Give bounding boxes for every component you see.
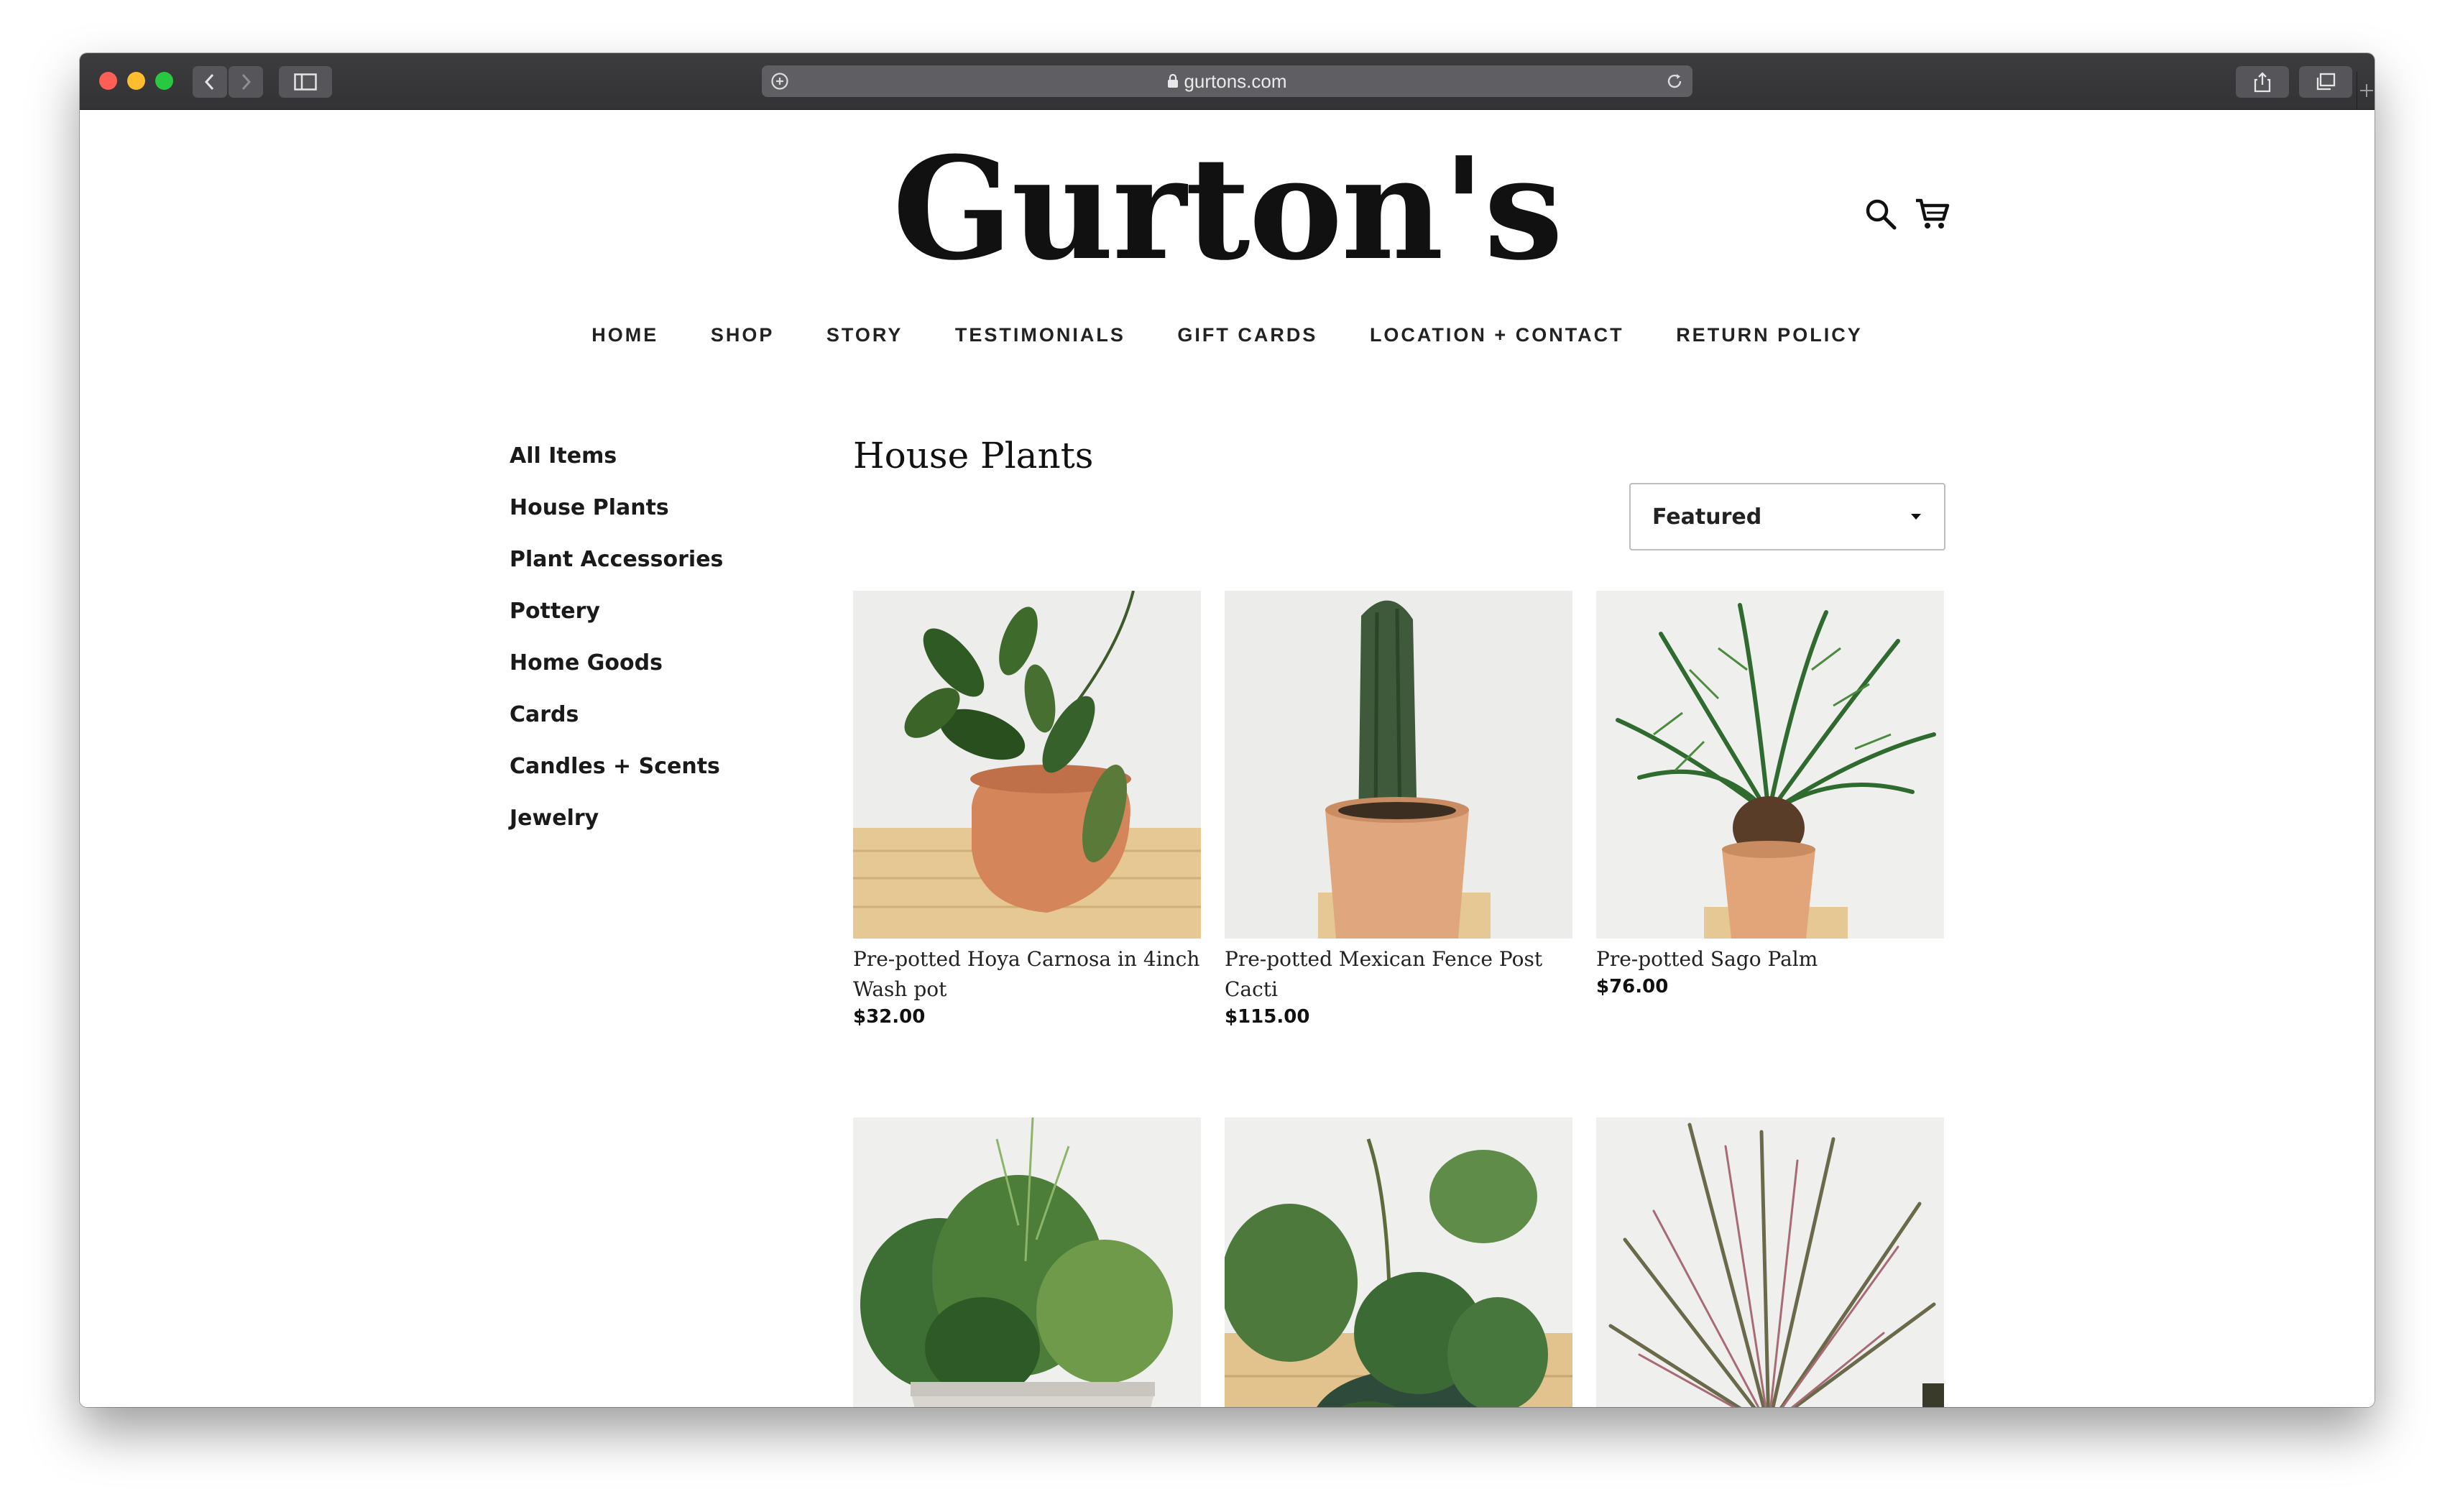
browser-window: gurtons.com Gurton's HOME SHOP STORY TES… — [80, 53, 2375, 1407]
sidebar-item-jewelry[interactable]: Jewelry — [510, 804, 723, 856]
sidebar-toggle-button[interactable] — [279, 66, 332, 98]
reload-icon[interactable] — [1665, 72, 1684, 91]
web-page: Gurton's HOME SHOP STORY TESTIMONIALS GI… — [80, 110, 2375, 1407]
product-card[interactable]: Pre-potted Sago Palm $76.00 — [1596, 591, 1944, 997]
sidebar-item-house-plants[interactable]: House Plants — [510, 494, 723, 545]
category-sidebar: All Items House Plants Plant Accessories… — [510, 442, 723, 856]
nav-testimonials[interactable]: TESTIMONIALS — [955, 324, 1125, 346]
nav-gift-cards[interactable]: GIFT CARDS — [1177, 324, 1317, 346]
product-price: $115.00 — [1225, 1006, 1310, 1028]
nav-shop[interactable]: SHOP — [711, 324, 775, 346]
plus-icon — [2359, 84, 2373, 97]
lock-icon — [1168, 74, 1179, 88]
collection-title: House Plants — [853, 435, 1094, 476]
nav-story[interactable]: STORY — [826, 324, 903, 346]
zoom-window-button[interactable] — [155, 72, 173, 90]
nav-location-contact[interactable]: LOCATION + CONTACT — [1370, 324, 1624, 346]
sidebar-item-plant-accessories[interactable]: Plant Accessories — [510, 545, 723, 597]
sort-selected-value: Featured — [1652, 504, 1762, 530]
forward-button[interactable] — [229, 66, 263, 98]
chevron-right-icon — [241, 73, 252, 91]
header-actions — [1864, 198, 1950, 231]
new-tab-button[interactable] — [2357, 72, 2375, 109]
close-window-button[interactable] — [99, 72, 117, 90]
share-icon — [2254, 72, 2271, 93]
address-bar[interactable]: gurtons.com — [762, 65, 1692, 97]
sidebar-item-all-items[interactable]: All Items — [510, 442, 723, 494]
product-image-hoya-obovata[interactable] — [1225, 1117, 1572, 1407]
product-card[interactable]: Pre-potted Hoya Carnosa in 4inch Wash po… — [853, 591, 1201, 1028]
product-name[interactable]: Pre-potted Sago Palm — [1596, 944, 1944, 974]
product-card[interactable] — [1225, 1117, 1572, 1407]
product-name[interactable]: Pre-potted Hoya Carnosa in 4inch Wash po… — [853, 944, 1201, 1005]
sidebar-icon — [294, 73, 317, 91]
product-image-fern-arrangement[interactable] — [853, 1117, 1201, 1407]
product-image-dracaena[interactable] — [1596, 1117, 1944, 1407]
url-text: gurtons.com — [1184, 70, 1287, 92]
product-card[interactable] — [853, 1117, 1201, 1407]
browser-toolbar: gurtons.com — [80, 53, 2375, 110]
product-image-cactus[interactable] — [1225, 591, 1572, 939]
nav-return-policy[interactable]: RETURN POLICY — [1676, 324, 1863, 346]
back-button[interactable] — [193, 66, 227, 98]
chevron-left-icon — [204, 73, 214, 91]
product-card[interactable] — [1596, 1117, 1944, 1407]
search-icon[interactable] — [1864, 198, 1897, 231]
tabs-icon — [2316, 73, 2336, 91]
sidebar-item-candles-scents[interactable]: Candles + Scents — [510, 752, 723, 804]
nav-home[interactable]: HOME — [591, 324, 658, 346]
sort-select[interactable]: Featured — [1629, 483, 1945, 550]
caret-down-icon — [1911, 514, 1921, 520]
product-image-sago-palm[interactable] — [1596, 591, 1944, 939]
privacy-report-icon — [771, 73, 788, 90]
sidebar-item-home-goods[interactable]: Home Goods — [510, 649, 723, 701]
sidebar-item-pottery[interactable]: Pottery — [510, 597, 723, 649]
product-image-hoya[interactable] — [853, 591, 1201, 939]
cart-icon[interactable] — [1915, 198, 1950, 231]
product-price: $32.00 — [853, 1006, 926, 1028]
minimize-window-button[interactable] — [127, 72, 145, 90]
product-card[interactable]: Pre-potted Mexican Fence Post Cacti $115… — [1225, 591, 1572, 1028]
site-logo[interactable]: Gurton's — [80, 139, 2375, 280]
sidebar-item-cards[interactable]: Cards — [510, 701, 723, 752]
product-price: $76.00 — [1596, 976, 1669, 997]
product-name[interactable]: Pre-potted Mexican Fence Post Cacti — [1225, 944, 1572, 1005]
main-nav: HOME SHOP STORY TESTIMONIALS GIFT CARDS … — [80, 324, 2375, 346]
share-button[interactable] — [2236, 66, 2289, 98]
tab-overview-button[interactable] — [2299, 66, 2352, 98]
